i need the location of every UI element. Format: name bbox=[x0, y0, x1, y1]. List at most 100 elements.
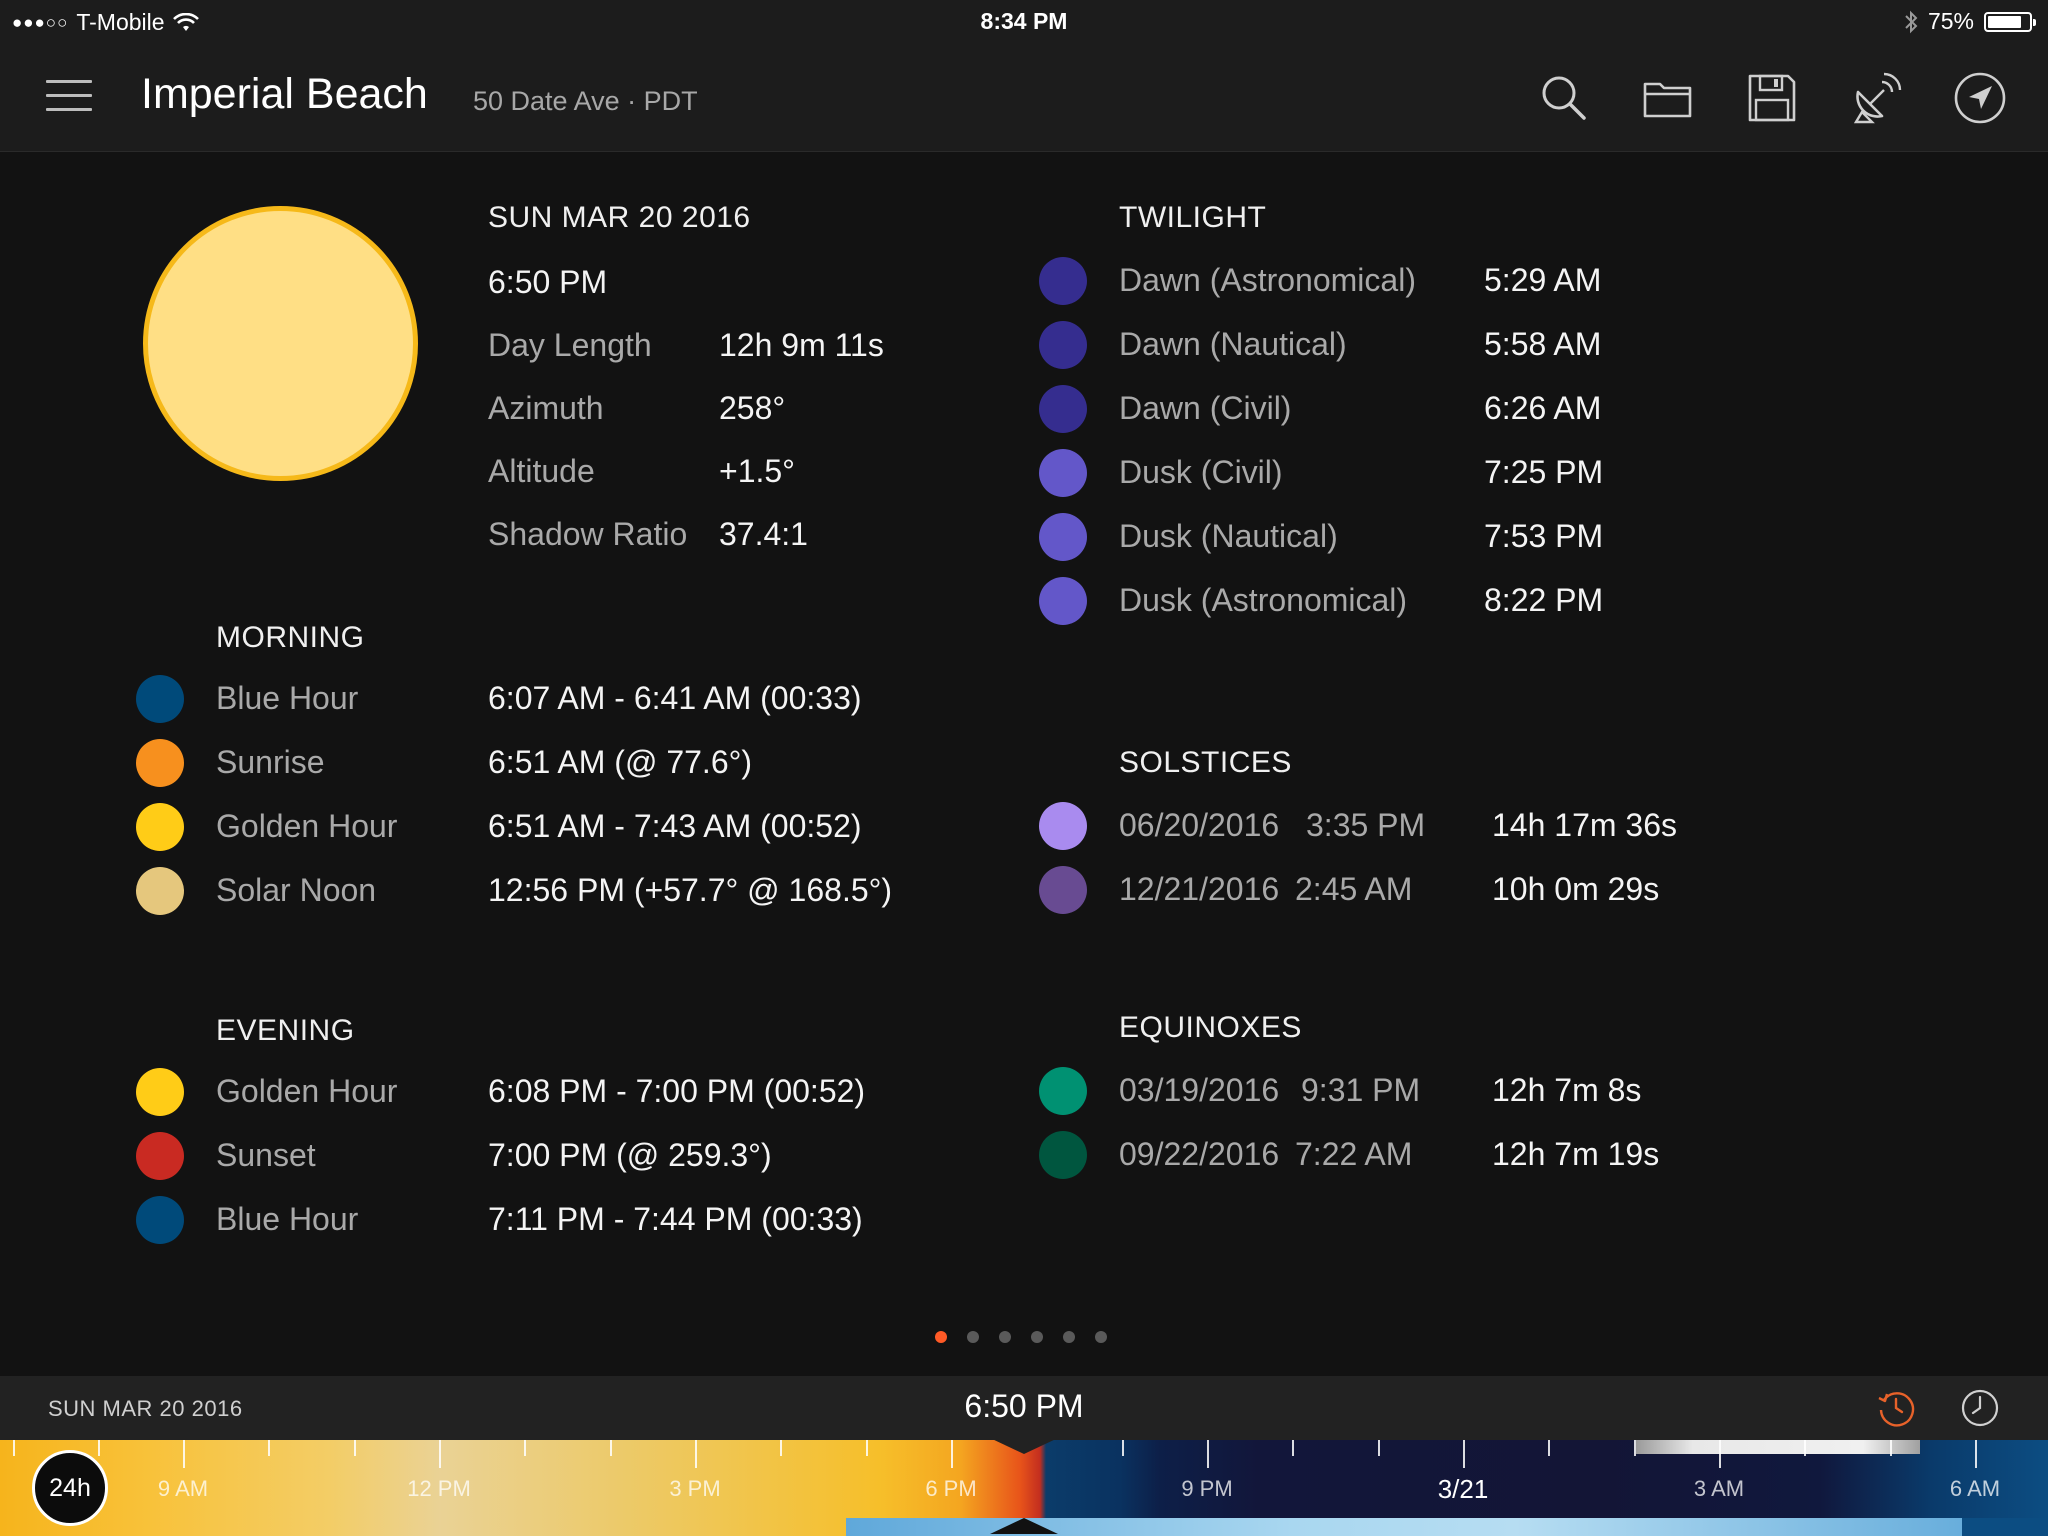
tick bbox=[1634, 1440, 1636, 1456]
timeline-label: 3 PM bbox=[669, 1476, 721, 1501]
tick bbox=[780, 1440, 782, 1456]
open-button[interactable] bbox=[1640, 70, 1696, 126]
winter-solstice-dot bbox=[1039, 866, 1087, 914]
tick bbox=[439, 1440, 441, 1468]
summer-solstice-time: 3:35 PM bbox=[1306, 807, 1426, 843]
tick bbox=[524, 1440, 526, 1456]
sunrise-dot bbox=[136, 739, 184, 787]
location-title[interactable]: Imperial Beach bbox=[141, 70, 428, 119]
battery-icon bbox=[1984, 11, 2036, 32]
24h-toggle-button[interactable]: 24h bbox=[32, 1450, 108, 1526]
morning-blue-hour-dot bbox=[136, 675, 184, 723]
dusk-astronomical-label: Dusk (Astronomical) bbox=[1119, 582, 1408, 618]
autumn-equinox-day-length: 12h 7m 19s bbox=[1492, 1136, 1660, 1172]
tick bbox=[1890, 1440, 1892, 1456]
timeline-label: 6 AM bbox=[1949, 1476, 2001, 1501]
dawn-nautical-label: Dawn (Nautical) bbox=[1119, 326, 1347, 362]
tick bbox=[1207, 1440, 1209, 1468]
moon-visibility-bar bbox=[1636, 1440, 1920, 1454]
current-location-button[interactable] bbox=[1952, 70, 2008, 126]
tick bbox=[1378, 1440, 1380, 1456]
autumn-equinox-date: 09/22/2016 bbox=[1119, 1136, 1280, 1172]
sun-position-graphic bbox=[143, 206, 418, 481]
evening-blue-hour-label: Blue Hour bbox=[216, 1201, 359, 1237]
clock-button[interactable] bbox=[1960, 1388, 2000, 1428]
sunrise-label: Sunrise bbox=[216, 744, 325, 780]
night-strip bbox=[1962, 1518, 2048, 1536]
page-dot[interactable] bbox=[1063, 1331, 1075, 1343]
timeline-date-label: 3/21 bbox=[1437, 1474, 1489, 1504]
search-button[interactable] bbox=[1536, 70, 1592, 126]
page-dot[interactable] bbox=[935, 1331, 947, 1343]
altitude-label: Altitude bbox=[488, 453, 595, 489]
timeline-label: 3 AM bbox=[1693, 1476, 1745, 1501]
clock-icon bbox=[1961, 1389, 1999, 1427]
status-bar: ●●●○○ T-Mobile 8:34 PM 75% bbox=[0, 0, 2048, 42]
page-dot[interactable] bbox=[999, 1331, 1011, 1343]
spring-equinox-date: 03/19/2016 bbox=[1119, 1072, 1280, 1108]
save-icon bbox=[1748, 74, 1796, 122]
evening-heading: EVENING bbox=[216, 1014, 355, 1047]
tick bbox=[610, 1440, 612, 1456]
sunset-label: Sunset bbox=[216, 1137, 316, 1173]
twilight-heading: TWILIGHT bbox=[1119, 201, 1267, 234]
evening-blue-hour-dot bbox=[136, 1196, 184, 1244]
morning-blue-hour-label: Blue Hour bbox=[216, 680, 359, 716]
dawn-astronomical-value: 5:29 AM bbox=[1484, 262, 1602, 298]
azimuth-label: Azimuth bbox=[488, 390, 604, 426]
winter-solstice-date: 12/21/2016 bbox=[1119, 871, 1280, 907]
page-indicator[interactable] bbox=[935, 1331, 1107, 1343]
tick bbox=[268, 1440, 270, 1456]
shadow-ratio-value: 37.4:1 bbox=[719, 516, 808, 552]
menu-button[interactable] bbox=[46, 80, 92, 114]
navigation-bar: Imperial Beach 50 Date Ave · PDT bbox=[0, 42, 2048, 152]
evening-golden-hour-value: 6:08 PM - 7:00 PM (00:52) bbox=[488, 1073, 866, 1109]
tick bbox=[98, 1440, 100, 1456]
satellite-button[interactable] bbox=[1848, 70, 1904, 126]
sunrise-value: 6:51 AM (@ 77.6°) bbox=[488, 744, 753, 780]
dusk-astronomical-dot bbox=[1039, 577, 1087, 625]
status-time: 8:34 PM bbox=[980, 8, 1068, 34]
day-length-value: 12h 9m 11s bbox=[719, 327, 884, 363]
bluetooth-icon bbox=[1905, 10, 1918, 33]
spring-equinox-day-length: 12h 7m 8s bbox=[1492, 1072, 1642, 1108]
save-button[interactable] bbox=[1744, 70, 1800, 126]
page-dot[interactable] bbox=[1031, 1331, 1043, 1343]
reset-time-button[interactable] bbox=[1876, 1388, 1916, 1428]
dawn-astronomical-label: Dawn (Astronomical) bbox=[1119, 262, 1416, 298]
autumn-equinox-time: 7:22 AM bbox=[1295, 1136, 1413, 1172]
folder-icon bbox=[1643, 82, 1692, 118]
day-length-label: Day Length bbox=[488, 327, 652, 363]
morning-golden-hour-dot bbox=[136, 803, 184, 851]
location-subtitle: 50 Date Ave · PDT bbox=[473, 86, 698, 116]
page-dot[interactable] bbox=[967, 1331, 979, 1343]
morning-blue-hour-value: 6:07 AM - 6:41 AM (00:33) bbox=[488, 680, 862, 716]
page-dot[interactable] bbox=[1095, 1331, 1107, 1343]
tick bbox=[866, 1440, 868, 1456]
tick bbox=[1719, 1440, 1721, 1468]
equinoxes-heading: EQUINOXES bbox=[1119, 1011, 1302, 1044]
dusk-nautical-dot bbox=[1039, 513, 1087, 561]
spring-equinox-dot bbox=[1039, 1067, 1087, 1115]
winter-solstice-day-length: 10h 0m 29s bbox=[1492, 871, 1660, 907]
solar-noon-value: 12:56 PM (+57.7° @ 168.5°) bbox=[488, 872, 893, 908]
solstices-heading: SOLSTICES bbox=[1119, 746, 1292, 779]
dawn-astronomical-dot bbox=[1039, 257, 1087, 305]
selected-time[interactable]: 6:50 PM bbox=[0, 1388, 2048, 1425]
azimuth-value: 258° bbox=[719, 390, 786, 426]
tick bbox=[695, 1440, 697, 1468]
current-date: SUN MAR 20 2016 bbox=[488, 201, 751, 234]
current-time-marker bbox=[990, 1440, 1058, 1454]
winter-solstice-time: 2:45 AM bbox=[1295, 871, 1413, 907]
dawn-nautical-dot bbox=[1039, 321, 1087, 369]
evening-golden-hour-label: Golden Hour bbox=[216, 1073, 398, 1109]
timeline-label: 9 PM bbox=[1181, 1476, 1233, 1501]
search-icon bbox=[1542, 76, 1586, 120]
dusk-nautical-value: 7:53 PM bbox=[1484, 518, 1604, 554]
evening-golden-hour-dot bbox=[136, 1068, 184, 1116]
morning-golden-hour-label: Golden Hour bbox=[216, 808, 398, 844]
dawn-nautical-value: 5:58 AM bbox=[1484, 326, 1602, 362]
timeline-label: 6 PM bbox=[925, 1476, 977, 1501]
dusk-civil-label: Dusk (Civil) bbox=[1119, 454, 1283, 490]
summer-solstice-day-length: 14h 17m 36s bbox=[1492, 807, 1678, 843]
